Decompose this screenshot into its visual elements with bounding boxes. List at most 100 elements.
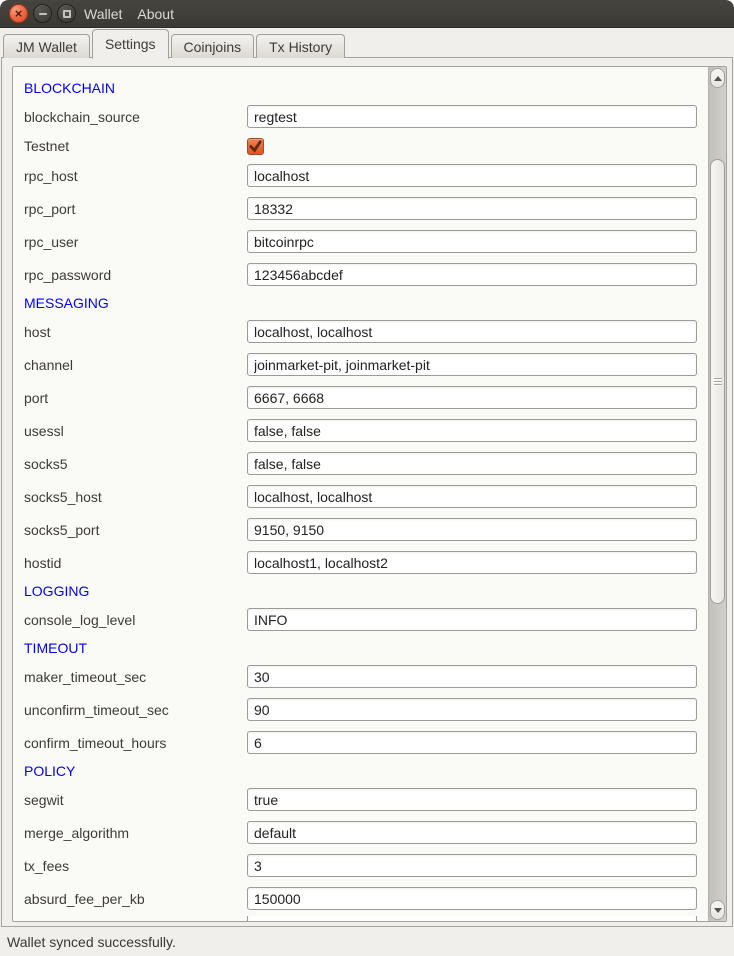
window-controls: ×	[0, 4, 76, 23]
menu-wallet[interactable]: Wallet	[84, 6, 122, 22]
hostid-input[interactable]	[247, 551, 697, 574]
field-row-blockchain-source: blockchain_source	[13, 100, 708, 133]
field-row-maker-timeout-sec: maker_timeout_sec	[13, 660, 708, 693]
field-row-segwit: segwit	[13, 783, 708, 816]
socks5-host-input[interactable]	[247, 485, 697, 508]
confirm-timeout-hours-input[interactable]	[247, 731, 697, 754]
settings-form: BLOCKCHAIN blockchain_source Testnet rpc…	[13, 67, 708, 921]
field-label: maker_timeout_sec	[24, 669, 247, 685]
console-log-level-input[interactable]	[247, 608, 697, 631]
rpc-user-input[interactable]	[247, 230, 697, 253]
close-button[interactable]: ×	[9, 4, 28, 23]
scroll-up-button[interactable]	[710, 68, 725, 88]
field-label: host	[24, 324, 247, 340]
maker-timeout-sec-input[interactable]	[247, 665, 697, 688]
menu-about[interactable]: About	[137, 6, 174, 22]
tab-settings[interactable]: Settings	[92, 29, 169, 59]
unconfirm-timeout-sec-input[interactable]	[247, 698, 697, 721]
usessl-input[interactable]	[247, 419, 697, 442]
field-row-hostid: hostid	[13, 546, 708, 579]
field-label: socks5_host	[24, 489, 247, 505]
section-header-label: LOGGING	[24, 583, 89, 599]
scrollbar-thumb[interactable]	[710, 159, 725, 604]
field-row-rpc-port: rpc_port	[13, 192, 708, 225]
clipped-field-row	[13, 916, 708, 921]
segwit-input[interactable]	[247, 788, 697, 811]
section-header-label: MESSAGING	[24, 295, 109, 311]
close-icon: ×	[15, 7, 23, 20]
field-label: console_log_level	[24, 612, 247, 628]
section-header-logging: LOGGING	[13, 579, 708, 603]
field-label: merge_algorithm	[24, 825, 247, 841]
field-label: rpc_host	[24, 168, 247, 184]
section-header-timeout: TIMEOUT	[13, 636, 708, 660]
maximize-icon	[63, 10, 71, 18]
scrollbar-grip-icon	[714, 378, 722, 386]
port-input[interactable]	[247, 386, 697, 409]
minimize-button[interactable]	[33, 4, 52, 23]
field-row-console-log-level: console_log_level	[13, 603, 708, 636]
merge-algorithm-input[interactable]	[247, 821, 697, 844]
field-label: rpc_password	[24, 267, 247, 283]
field-label: port	[24, 390, 247, 406]
field-label: rpc_port	[24, 201, 247, 217]
tab-coinjoins[interactable]: Coinjoins	[171, 34, 255, 58]
field-row-port: port	[13, 381, 708, 414]
checkmark-icon	[248, 139, 263, 154]
section-header-policy: POLICY	[13, 759, 708, 783]
field-label: tx_fees	[24, 858, 247, 874]
section-header-label: TIMEOUT	[24, 640, 87, 656]
field-row-confirm-timeout-hours: confirm_timeout_hours	[13, 726, 708, 759]
status-bar: Wallet synced successfully.	[0, 928, 734, 956]
field-row-rpc-password: rpc_password	[13, 258, 708, 291]
vertical-scrollbar[interactable]	[708, 67, 726, 921]
field-label: absurd_fee_per_kb	[24, 891, 247, 907]
socks5-port-input[interactable]	[247, 518, 697, 541]
scroll-down-button[interactable]	[710, 900, 725, 920]
rpc-port-input[interactable]	[247, 197, 697, 220]
field-row-rpc-host: rpc_host	[13, 159, 708, 192]
field-row-socks5: socks5	[13, 447, 708, 480]
field-label: socks5_port	[24, 522, 247, 538]
app-window: × Wallet About JM Wallet Settings Coinjo…	[0, 0, 734, 956]
field-label: socks5	[24, 456, 247, 472]
titlebar: × Wallet About	[0, 0, 734, 28]
section-header-label: BLOCKCHAIN	[24, 80, 115, 96]
clipped-field-input[interactable]	[247, 916, 697, 921]
field-label: unconfirm_timeout_sec	[24, 702, 247, 718]
field-row-socks5-port: socks5_port	[13, 513, 708, 546]
field-row-unconfirm-timeout-sec: unconfirm_timeout_sec	[13, 693, 708, 726]
field-label: segwit	[24, 792, 247, 808]
section-header-label: POLICY	[24, 763, 75, 779]
field-label: confirm_timeout_hours	[24, 735, 247, 751]
status-text: Wallet synced successfully.	[7, 934, 176, 950]
settings-scroll-area: BLOCKCHAIN blockchain_source Testnet rpc…	[12, 66, 727, 922]
field-row-host: host	[13, 315, 708, 348]
section-header-blockchain: BLOCKCHAIN	[13, 76, 708, 100]
field-label: hostid	[24, 555, 247, 571]
field-label: Testnet	[24, 138, 247, 154]
field-row-merge-algorithm: merge_algorithm	[13, 816, 708, 849]
field-row-usessl: usessl	[13, 414, 708, 447]
tab-tx-history[interactable]: Tx History	[256, 34, 345, 58]
field-row-tx-fees: tx_fees	[13, 849, 708, 882]
testnet-checkbox[interactable]	[247, 138, 264, 155]
tab-jm-wallet[interactable]: JM Wallet	[3, 34, 90, 58]
channel-input[interactable]	[247, 353, 697, 376]
minimize-icon	[39, 13, 47, 15]
maximize-button[interactable]	[57, 4, 76, 23]
field-label: blockchain_source	[24, 109, 247, 125]
menubar: Wallet About	[76, 6, 174, 22]
field-row-channel: channel	[13, 348, 708, 381]
host-input[interactable]	[247, 320, 697, 343]
rpc-password-input[interactable]	[247, 263, 697, 286]
rpc-host-input[interactable]	[247, 164, 697, 187]
tx-fees-input[interactable]	[247, 854, 697, 877]
field-row-absurd-fee-per-kb: absurd_fee_per_kb	[13, 882, 708, 915]
absurd-fee-per-kb-input[interactable]	[247, 887, 697, 910]
section-header-messaging: MESSAGING	[13, 291, 708, 315]
field-label: rpc_user	[24, 234, 247, 250]
blockchain-source-input[interactable]	[247, 105, 697, 128]
field-row-rpc-user: rpc_user	[13, 225, 708, 258]
socks5-input[interactable]	[247, 452, 697, 475]
